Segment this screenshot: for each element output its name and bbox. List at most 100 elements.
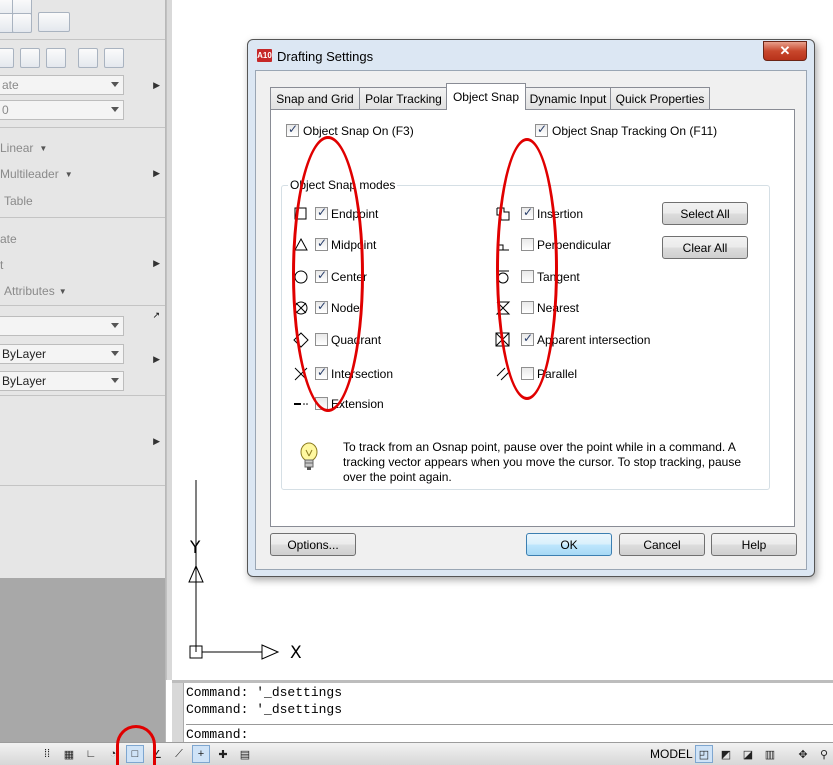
model-space-label[interactable]: MODEL: [650, 747, 693, 761]
dialog-launcher-icon[interactable]: ↗: [152, 310, 160, 321]
autocad-app-icon: A10: [257, 49, 272, 62]
dialog-title: Drafting Settings: [277, 49, 374, 64]
ribbon-palette: ate 0 ▶ Linear ▼ Multileader ▼ Table ▶ ate…: [0, 0, 166, 742]
item-label: ate: [0, 232, 17, 246]
modify-tool-button[interactable]: [20, 48, 40, 68]
apparent-intersection-label: Apparent intersection: [537, 333, 651, 347]
arc-tool-button[interactable]: [38, 12, 70, 32]
extension-symbol-icon: [294, 403, 308, 405]
expand-arrow-icon[interactable]: ▶: [153, 80, 160, 91]
command-line[interactable]: Command: '_dsettings Command: '_dsetting…: [172, 680, 833, 742]
command-line-grip[interactable]: [172, 683, 184, 742]
tab-label: Quick Properties: [615, 91, 705, 106]
tab-label: Dynamic Input: [529, 91, 607, 106]
combo-label: ate: [2, 78, 19, 92]
expand-arrow-icon[interactable]: ▶: [153, 168, 160, 179]
lineweight-icon[interactable]: ✚: [214, 745, 232, 763]
palette-section-block: ate t Attributes ▼ ▶: [0, 218, 165, 306]
chevron-down-icon: [111, 82, 119, 87]
lineweight-combo[interactable]: ByLayer: [0, 371, 124, 391]
palette-section-draw: [0, 0, 165, 40]
layout-tab-icon[interactable]: ◪: [739, 745, 757, 763]
options-button[interactable]: Options...: [270, 533, 356, 556]
palette-section-utilities: ▶: [0, 396, 165, 486]
palette-empty-area: [0, 578, 165, 742]
layout-icon[interactable]: ◰: [695, 745, 713, 763]
object-snap-on-checkbox[interactable]: [286, 122, 299, 137]
chevron-down-icon: [111, 378, 119, 383]
grid-display-icon[interactable]: ▦: [60, 745, 78, 763]
item-label: Multileader: [0, 167, 59, 181]
modify-tool-button[interactable]: [0, 48, 14, 68]
dynamic-input-icon[interactable]: +: [192, 745, 210, 763]
dialog-titlebar[interactable]: A10 Drafting Settings ✕: [248, 40, 814, 70]
quick-properties-icon[interactable]: ▤: [236, 745, 254, 763]
annotation-ellipse-right-modes: [496, 138, 558, 400]
expand-arrow-icon[interactable]: ▶: [153, 258, 160, 269]
viewport-icon[interactable]: ◩: [717, 745, 735, 763]
tab-label: Snap and Grid: [276, 91, 354, 106]
palette-section-annotation: Linear ▼ Multileader ▼ Table ▶: [0, 128, 165, 218]
chevron-down-icon: ▼: [39, 143, 48, 153]
lightbulb-icon: [300, 442, 318, 470]
modify-tool-button[interactable]: [78, 48, 98, 68]
color-combo[interactable]: [0, 316, 124, 336]
tab-object-snap[interactable]: Object Snap: [446, 83, 526, 110]
object-snap-tracking-on-checkbox[interactable]: [535, 122, 548, 137]
chevron-down-icon: [111, 351, 119, 356]
ok-button[interactable]: OK: [526, 533, 612, 556]
chevron-down-icon: ▼: [64, 169, 73, 179]
select-all-button[interactable]: Select All: [662, 202, 748, 225]
grid-tool-button[interactable]: [12, 13, 32, 33]
clear-all-button[interactable]: Clear All: [662, 236, 748, 259]
annotation-ellipse-osnap-button: [116, 725, 156, 765]
multileader-item[interactable]: Multileader ▼: [0, 164, 73, 184]
close-icon: ✕: [779, 43, 791, 58]
command-history-line: Command: '_dsettings: [186, 685, 343, 700]
tab-polar-tracking[interactable]: Polar Tracking: [359, 87, 448, 109]
expand-arrow-icon[interactable]: ▶: [153, 436, 160, 447]
command-prompt[interactable]: Command:: [186, 727, 248, 742]
tab-label: Object Snap: [452, 90, 520, 104]
linetype-combo[interactable]: ByLayer: [0, 344, 124, 364]
palette-section-properties: ByLayer ByLayer ▶ ↗: [0, 306, 165, 396]
cancel-button[interactable]: Cancel: [619, 533, 705, 556]
chevron-down-icon: [111, 107, 119, 112]
chevron-down-icon: [111, 323, 119, 328]
object-snap-on-label: Object Snap On (F3): [303, 124, 414, 138]
close-button[interactable]: ✕: [763, 41, 807, 61]
item-label: t: [0, 258, 4, 272]
layer-combo[interactable]: 0: [0, 100, 124, 120]
quick-view-icon[interactable]: ▥: [761, 745, 779, 763]
linear-dimension-item[interactable]: Linear ▼: [0, 138, 47, 158]
attributes-item[interactable]: Attributes ▼: [4, 281, 67, 301]
chevron-down-icon: ▼: [58, 286, 67, 296]
combo-label: 0: [2, 103, 9, 117]
expand-arrow-icon[interactable]: ▶: [153, 354, 160, 365]
modify-tool-button[interactable]: [104, 48, 124, 68]
command-separator: [186, 724, 833, 725]
snap-mode-icon[interactable]: ⁞⁞: [38, 745, 56, 763]
allow-disallow-ucs-icon[interactable]: ⟋: [170, 745, 188, 763]
help-button[interactable]: Help: [711, 533, 797, 556]
x-axis-label: X: [290, 643, 302, 663]
tab-snap-and-grid[interactable]: Snap and Grid: [270, 87, 360, 109]
item-label: Attributes: [4, 284, 55, 298]
zoom-icon[interactable]: ⚲: [815, 745, 833, 763]
y-axis-label: Y: [190, 538, 201, 558]
create-block-item[interactable]: ate: [0, 229, 17, 249]
osnap-tip-text: To track from an Osnap point, pause over…: [343, 440, 741, 484]
annotation-ellipse-left-modes: [292, 136, 364, 412]
layer-state-combo[interactable]: ate: [0, 75, 124, 95]
palette-section-modify: ate 0 ▶: [0, 40, 165, 128]
ortho-mode-icon[interactable]: ∟: [82, 745, 100, 763]
modify-tool-button[interactable]: [46, 48, 66, 68]
pan-icon[interactable]: ✥: [794, 745, 812, 763]
tab-quick-properties[interactable]: Quick Properties: [610, 87, 710, 109]
combo-label: ByLayer: [2, 374, 47, 388]
item-label: Table: [4, 194, 33, 208]
edit-block-item[interactable]: t: [0, 255, 3, 275]
tab-dynamic-input[interactable]: Dynamic Input: [525, 87, 611, 109]
item-label: Linear: [0, 141, 34, 155]
table-item[interactable]: Table: [4, 191, 33, 211]
